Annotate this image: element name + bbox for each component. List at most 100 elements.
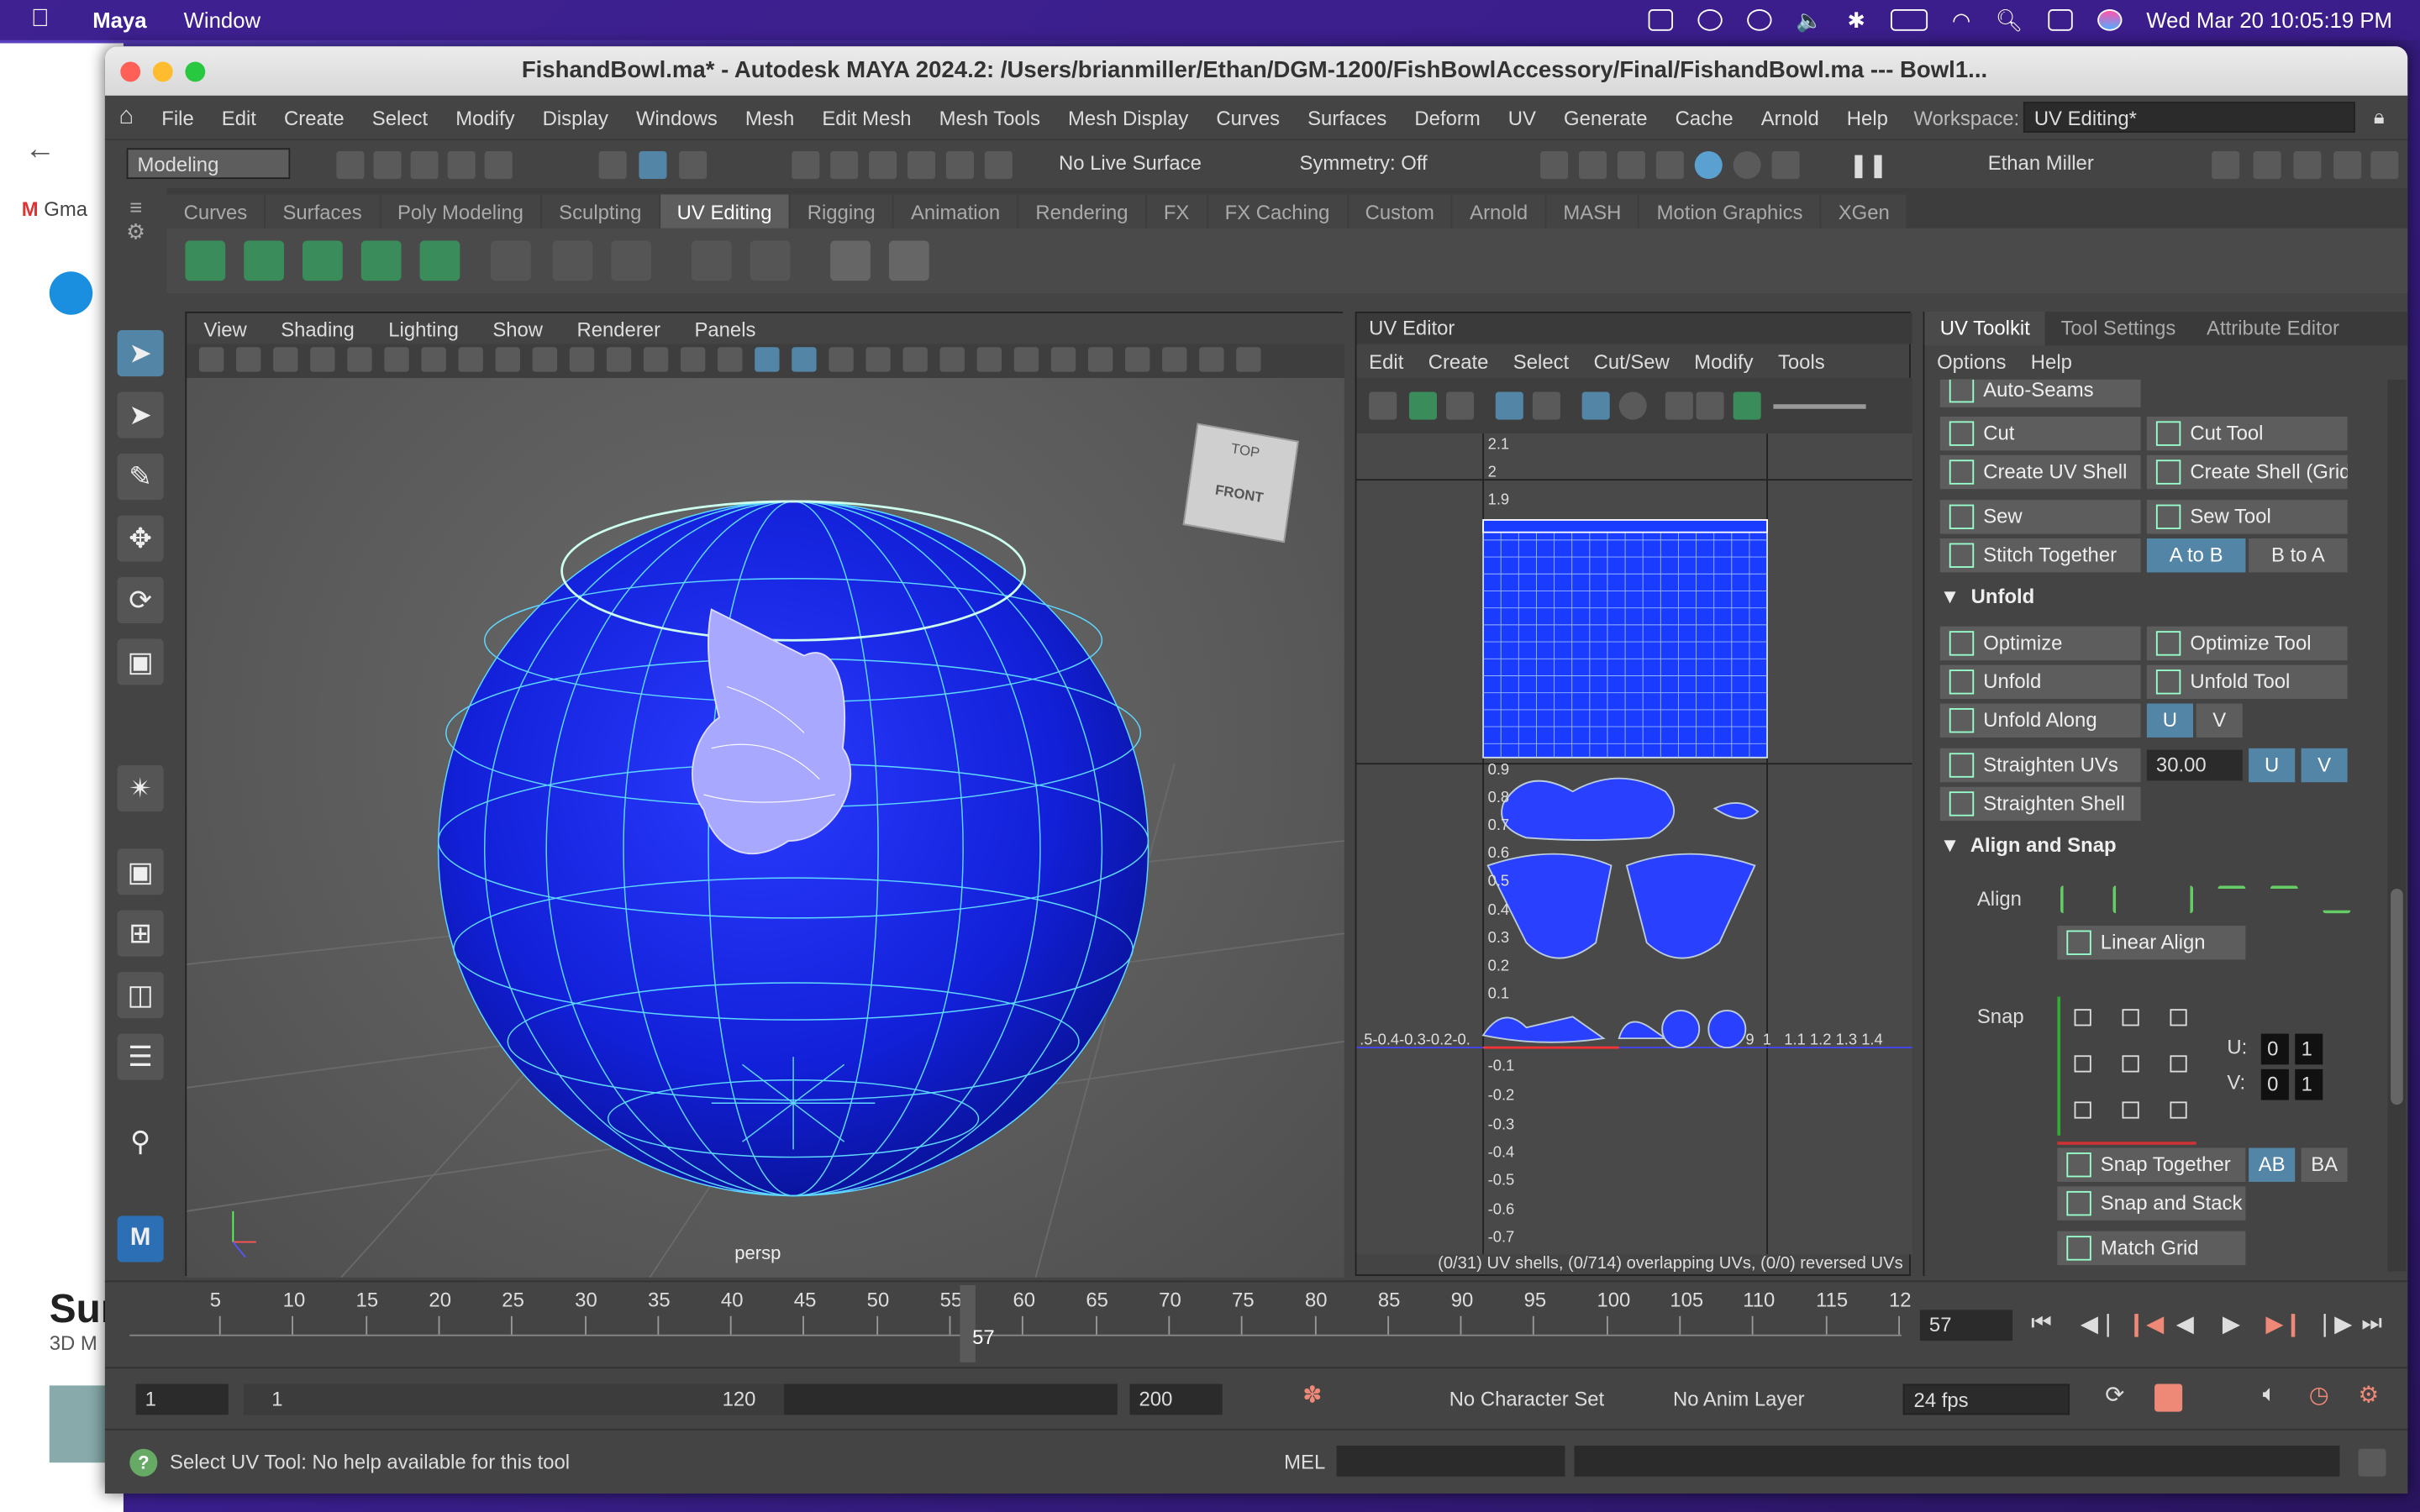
main-menu-edit[interactable]: Edit — [208, 106, 270, 129]
field-chart-icon[interactable] — [569, 347, 595, 372]
range-slider-handle[interactable] — [244, 1383, 785, 1415]
close-window-button[interactable] — [120, 60, 141, 81]
isolate-select-icon[interactable] — [1050, 347, 1076, 372]
manipulator-icon[interactable]: ✴ — [117, 765, 164, 812]
loop-icon[interactable]: ⟳ — [2105, 1381, 2124, 1409]
new-scene-icon[interactable] — [336, 151, 365, 180]
spotlight-search-icon[interactable]: 🔍︎ — [1996, 7, 2023, 33]
command-line-input[interactable] — [1336, 1446, 1565, 1477]
main-menu-file[interactable]: File — [148, 106, 208, 129]
animation-start-field[interactable]: 1 — [135, 1383, 229, 1415]
shelf-tab-fx-caching[interactable]: FX Caching — [1207, 194, 1347, 228]
minimize-window-button[interactable] — [152, 60, 173, 81]
main-menu-display[interactable]: Display — [529, 106, 622, 129]
mel-label[interactable]: MEL — [1284, 1451, 1325, 1474]
four-pane-icon[interactable]: ⊞ — [117, 910, 164, 957]
viewport-3d-canvas[interactable]: TOP FRONT persp — [187, 378, 1344, 1278]
main-menu-uv[interactable]: UV — [1494, 106, 1549, 129]
straighten-v-button[interactable]: V — [2301, 748, 2348, 783]
sew-uv-icon[interactable] — [552, 240, 593, 281]
auto-key-icon[interactable]: ✽ — [1302, 1381, 1322, 1409]
volume-icon[interactable]: 🔈 — [1796, 7, 1823, 33]
play-icon[interactable] — [1746, 9, 1771, 31]
xray-icon[interactable] — [1087, 347, 1113, 372]
spherical-map-icon[interactable] — [302, 240, 343, 281]
automatic-map-icon[interactable] — [360, 240, 402, 281]
menubar-datetime[interactable]: Wed Mar 20 10:05:19 PM — [2146, 8, 2392, 32]
current-frame-field[interactable]: 57 — [1919, 1310, 2013, 1341]
app-menu[interactable]: Maya — [92, 8, 146, 32]
shelf-tab-poly-modeling[interactable]: Poly Modeling — [380, 194, 541, 228]
snap-mid-right-checkbox[interactable] — [2170, 1055, 2187, 1073]
viewport-menu-show[interactable]: Show — [476, 317, 560, 340]
anim-layer-dropdown[interactable]: No Anim Layer — [1664, 1384, 1849, 1415]
match-grid-button[interactable]: Match Grid — [2057, 1231, 2246, 1266]
snap-together-button[interactable]: Snap Together — [2057, 1147, 2246, 1182]
align-left-icon[interactable] — [2060, 885, 2088, 914]
image-plane-icon[interactable] — [310, 347, 335, 372]
layer-editor-icon[interactable] — [2370, 151, 2399, 180]
snap-top-right-checkbox[interactable] — [2170, 1009, 2187, 1026]
film-gate-icon[interactable] — [458, 347, 483, 372]
anim-prefs-icon[interactable]: ◷ — [2309, 1381, 2329, 1409]
scale-tool-icon[interactable]: ▣ — [117, 638, 164, 685]
uv-menu-edit[interactable]: Edit — [1356, 349, 1416, 373]
toolkit-tab-attribute-editor[interactable]: Attribute Editor — [2191, 312, 2355, 345]
select-object-icon[interactable] — [639, 151, 667, 180]
preferences-icon[interactable]: ⚙ — [2359, 1381, 2380, 1409]
main-menu-mesh-tools[interactable]: Mesh Tools — [925, 106, 1054, 129]
unfold-v-button[interactable]: V — [2196, 703, 2243, 738]
save-scene-icon[interactable] — [410, 151, 439, 180]
snap-live-icon[interactable] — [984, 151, 1013, 180]
depth-of-field-icon[interactable] — [1013, 347, 1039, 372]
2d-pan-icon[interactable] — [347, 347, 372, 372]
control-center-icon[interactable] — [2047, 9, 2073, 31]
main-menu-mesh-display[interactable]: Mesh Display — [1054, 106, 1202, 129]
uv-menu-tools[interactable]: Tools — [1765, 349, 1837, 373]
uv-canvas[interactable]: 2.1 2 1.9 0.9 0.8 0.7 0.6 0.5 0.4 0.3 0.2 0.1 -0.1 -0… — [1356, 433, 1912, 1255]
smooth-shade-icon[interactable] — [718, 347, 743, 372]
main-menu-mesh[interactable]: Mesh — [731, 106, 808, 129]
toolkit-menu-help[interactable]: Help — [2018, 349, 2085, 373]
shadows-icon[interactable] — [865, 347, 891, 372]
shelf-tab-rendering[interactable]: Rendering — [1018, 194, 1145, 228]
a-to-b-button[interactable]: A to B — [2146, 538, 2246, 573]
search-icon[interactable]: ⚲ — [118, 1119, 164, 1165]
main-menu-deform[interactable]: Deform — [1401, 106, 1494, 129]
uv-isolate-icon[interactable] — [1369, 391, 1397, 420]
snap-u-max-field[interactable]: 1 — [2295, 1033, 2323, 1065]
auto-seams-button[interactable]: Auto-Seams — [1939, 379, 2141, 407]
resolution-gate-icon[interactable] — [495, 347, 520, 372]
uv-texture-icon[interactable] — [1618, 391, 1647, 420]
home-icon[interactable]: ⌂ — [105, 103, 148, 131]
lasso-tool-icon[interactable]: ➤ — [117, 391, 164, 438]
play-backwards-icon[interactable]: ◀ — [2176, 1310, 2194, 1337]
cache-playback-icon[interactable] — [2154, 1383, 2183, 1412]
wireframe-icon[interactable] — [681, 347, 706, 372]
symmetry-dropdown[interactable]: Symmetry: Off — [1291, 148, 1460, 179]
toolkit-tab-tool-settings[interactable]: Tool Settings — [2045, 312, 2191, 345]
creative-cloud-icon[interactable] — [1697, 9, 1722, 31]
hypershade-icon[interactable] — [1694, 151, 1723, 180]
main-menu-generate[interactable]: Generate — [1549, 106, 1661, 129]
gmail-bookmark[interactable]: M Gma — [22, 197, 87, 221]
main-menu-modify[interactable]: Modify — [442, 106, 529, 129]
xray-joints-icon[interactable] — [1124, 347, 1150, 372]
tool-settings-icon[interactable] — [2293, 151, 2322, 180]
cut-button[interactable]: Cut — [1939, 416, 2141, 451]
main-menu-select[interactable]: Select — [358, 106, 441, 129]
uv-menu-select[interactable]: Select — [1501, 349, 1581, 373]
snap-grid-icon[interactable] — [792, 151, 820, 180]
time-slider[interactable]: 5 10 15 20 25 30 35 40 45 50 55 60 65 70 75 80 85 90 95 100… — [104, 1280, 2408, 1368]
uv-grid-icon[interactable] — [1495, 391, 1523, 420]
create-uv-shell-button[interactable]: Create UV Shell — [1939, 454, 2141, 490]
motion-blur-icon[interactable] — [939, 347, 965, 372]
viewport-menu-shading[interactable]: Shading — [264, 317, 371, 340]
main-menu-windows[interactable]: Windows — [622, 106, 731, 129]
shelf-tab-rigging[interactable]: Rigging — [790, 194, 892, 228]
align-bottom-icon[interactable] — [2323, 885, 2351, 914]
siri-icon[interactable] — [2096, 9, 2122, 31]
rotate-tool-icon[interactable]: ⟳ — [117, 576, 164, 624]
modeling-toolkit-icon[interactable] — [2212, 151, 2240, 180]
workspace-dropdown[interactable]: UV Editing* — [2023, 102, 2355, 133]
